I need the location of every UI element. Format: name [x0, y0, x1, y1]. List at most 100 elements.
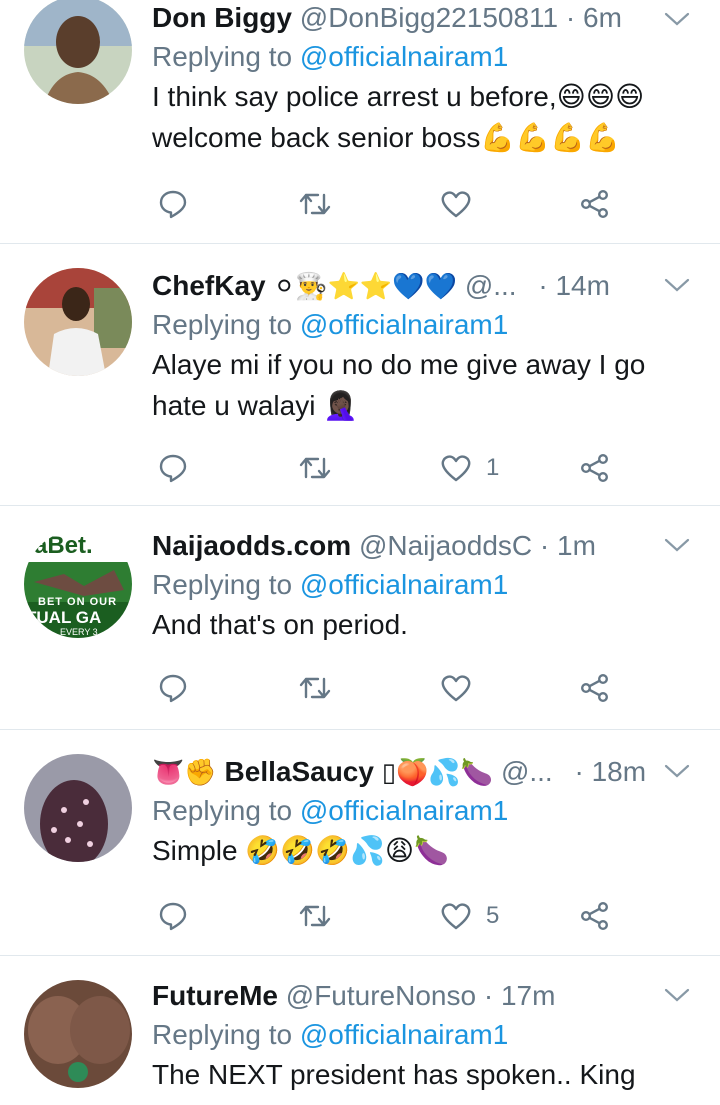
- tweet-header: Don Biggy @DonBigg22150811 · 6m: [152, 0, 700, 38]
- reply-icon: [158, 901, 188, 931]
- tweet-item[interactable]: Don Biggy @DonBigg22150811 · 6m Replying…: [0, 0, 720, 244]
- share-button[interactable]: [580, 896, 610, 936]
- chevron-down-icon[interactable]: [662, 270, 692, 310]
- replying-to: Replying to @officialnairam1: [152, 1016, 700, 1054]
- tweet-text-line: I think say police arrest u before,😄😄😄: [152, 81, 645, 112]
- retweet-icon: [298, 453, 332, 483]
- display-name-emoji: ⚪👨‍🍳⭐⭐💙💙: [273, 272, 458, 302]
- mention-link[interactable]: @officialnairam1: [300, 569, 508, 600]
- reply-icon: [158, 189, 188, 219]
- reply-button[interactable]: [158, 668, 188, 708]
- display-name-emoji: ▯🍑💦🍆: [381, 758, 494, 788]
- like-button[interactable]: 5: [440, 896, 499, 936]
- share-button[interactable]: [580, 668, 610, 708]
- retweet-button[interactable]: [298, 184, 332, 224]
- tweet-header: 👅✊ BellaSaucy ▯🍑💦🍆 @... · 18m: [152, 752, 700, 792]
- avatar-brand-text: aBet.: [34, 532, 93, 559]
- retweet-button[interactable]: [298, 668, 332, 708]
- user-handle[interactable]: @...: [465, 270, 517, 301]
- display-name[interactable]: ChefKay: [152, 270, 266, 301]
- timestamp[interactable]: · 6m: [566, 2, 622, 33]
- user-handle[interactable]: @NaijaoddsC: [359, 530, 532, 561]
- avatar[interactable]: [24, 0, 132, 104]
- tweet-item[interactable]: aBet. BET ON OUR TUAL GA EVERY 3 Naijaod…: [0, 506, 720, 730]
- chevron-down-icon[interactable]: [662, 4, 692, 44]
- tweet-text: The NEXT president has spoken.. King: [152, 1054, 700, 1095]
- tweet-text-line: hate u walayi 🤦🏿‍♀️: [152, 390, 359, 421]
- tweet-item[interactable]: FutureMe @FutureNonso · 17m Replying to …: [0, 956, 720, 1105]
- mention-link[interactable]: @officialnairam1: [300, 1019, 508, 1050]
- replying-to: Replying to @officialnairam1: [152, 38, 700, 76]
- tweet-text-line: The NEXT president has spoken.. King: [152, 1059, 636, 1090]
- user-handle[interactable]: @DonBigg22150811: [300, 2, 558, 33]
- like-button[interactable]: [440, 184, 486, 224]
- chevron-down-icon[interactable]: [662, 980, 692, 1020]
- share-icon: [580, 901, 610, 931]
- avatar[interactable]: [24, 754, 132, 862]
- retweet-button[interactable]: [298, 896, 332, 936]
- replying-to-label: Replying to: [152, 1019, 293, 1050]
- heart-icon: [440, 189, 472, 219]
- timestamp[interactable]: · 18m: [575, 756, 647, 787]
- replying-to: Replying to @officialnairam1: [152, 792, 700, 830]
- tweet-item[interactable]: 👅✊ BellaSaucy ▯🍑💦🍆 @... · 18m Replying t…: [0, 730, 720, 956]
- share-icon: [580, 673, 610, 703]
- share-button[interactable]: [580, 184, 610, 224]
- tweet-text-line: welcome back senior boss💪💪💪💪: [152, 122, 620, 153]
- replying-to-label: Replying to: [152, 569, 293, 600]
- mention-link[interactable]: @officialnairam1: [300, 309, 508, 340]
- timestamp[interactable]: · 17m: [484, 980, 556, 1011]
- tweet-header: Naijaodds.com @NaijaoddsC · 1m: [152, 526, 700, 566]
- display-name[interactable]: FutureMe: [152, 980, 278, 1011]
- like-count: 1: [486, 454, 500, 481]
- timestamp[interactable]: · 14m: [538, 270, 610, 301]
- tweet-text-line: Simple 🤣🤣🤣💦😩🍆: [152, 835, 449, 866]
- tweet-text-line: And that's on period.: [152, 609, 408, 640]
- avatar-banner-text: EVERY 3: [60, 627, 98, 637]
- timestamp[interactable]: · 1m: [540, 530, 596, 561]
- share-icon: [580, 453, 610, 483]
- mention-link[interactable]: @officialnairam1: [300, 795, 508, 826]
- tweet-text: Simple 🤣🤣🤣💦😩🍆: [152, 830, 700, 871]
- replying-to-label: Replying to: [152, 41, 293, 72]
- avatar-banner-text: BET ON OUR: [38, 596, 118, 608]
- retweet-icon: [298, 189, 332, 219]
- display-name-emoji: 👅✊: [152, 758, 217, 788]
- retweet-button[interactable]: [298, 448, 332, 488]
- mention-link[interactable]: @officialnairam1: [300, 41, 508, 72]
- user-handle[interactable]: @FutureNonso: [286, 980, 476, 1011]
- replying-to: Replying to @officialnairam1: [152, 566, 700, 604]
- chevron-down-icon[interactable]: [662, 530, 692, 570]
- reply-button[interactable]: [158, 184, 188, 224]
- user-handle[interactable]: @...: [501, 756, 553, 787]
- avatar-banner-text: TUAL GA: [26, 608, 102, 627]
- tweet-header: FutureMe @FutureNonso · 17m: [152, 976, 700, 1016]
- reply-button[interactable]: [158, 896, 188, 936]
- tweet-text-line: Alaye mi if you no do me give away I go: [152, 349, 646, 380]
- avatar[interactable]: [24, 268, 132, 376]
- heart-icon: [440, 453, 472, 483]
- display-name[interactable]: Naijaodds.com: [152, 530, 351, 561]
- tweet-text: I think say police arrest u before,😄😄😄 w…: [152, 76, 700, 158]
- replying-to: Replying to @officialnairam1: [152, 306, 700, 344]
- chevron-down-icon[interactable]: [662, 756, 692, 796]
- avatar[interactable]: [24, 980, 132, 1088]
- like-button[interactable]: 1: [440, 448, 499, 488]
- avatar[interactable]: aBet. BET ON OUR TUAL GA EVERY 3: [24, 530, 132, 638]
- like-button[interactable]: [440, 668, 486, 708]
- heart-icon: [440, 901, 472, 931]
- share-icon: [580, 189, 610, 219]
- heart-icon: [440, 673, 472, 703]
- replying-to-label: Replying to: [152, 795, 293, 826]
- replying-to-label: Replying to: [152, 309, 293, 340]
- retweet-icon: [298, 901, 332, 931]
- tweet-item[interactable]: ChefKay ⚪👨‍🍳⭐⭐💙💙 @... · 14m Replying to …: [0, 244, 720, 506]
- reply-icon: [158, 673, 188, 703]
- display-name[interactable]: Don Biggy: [152, 2, 292, 33]
- tweet-header: ChefKay ⚪👨‍🍳⭐⭐💙💙 @... · 14m: [152, 266, 700, 306]
- display-name[interactable]: BellaSaucy: [225, 756, 374, 787]
- tweet-text: Alaye mi if you no do me give away I go …: [152, 344, 700, 426]
- reply-button[interactable]: [158, 448, 188, 488]
- reply-icon: [158, 453, 188, 483]
- share-button[interactable]: [580, 448, 610, 488]
